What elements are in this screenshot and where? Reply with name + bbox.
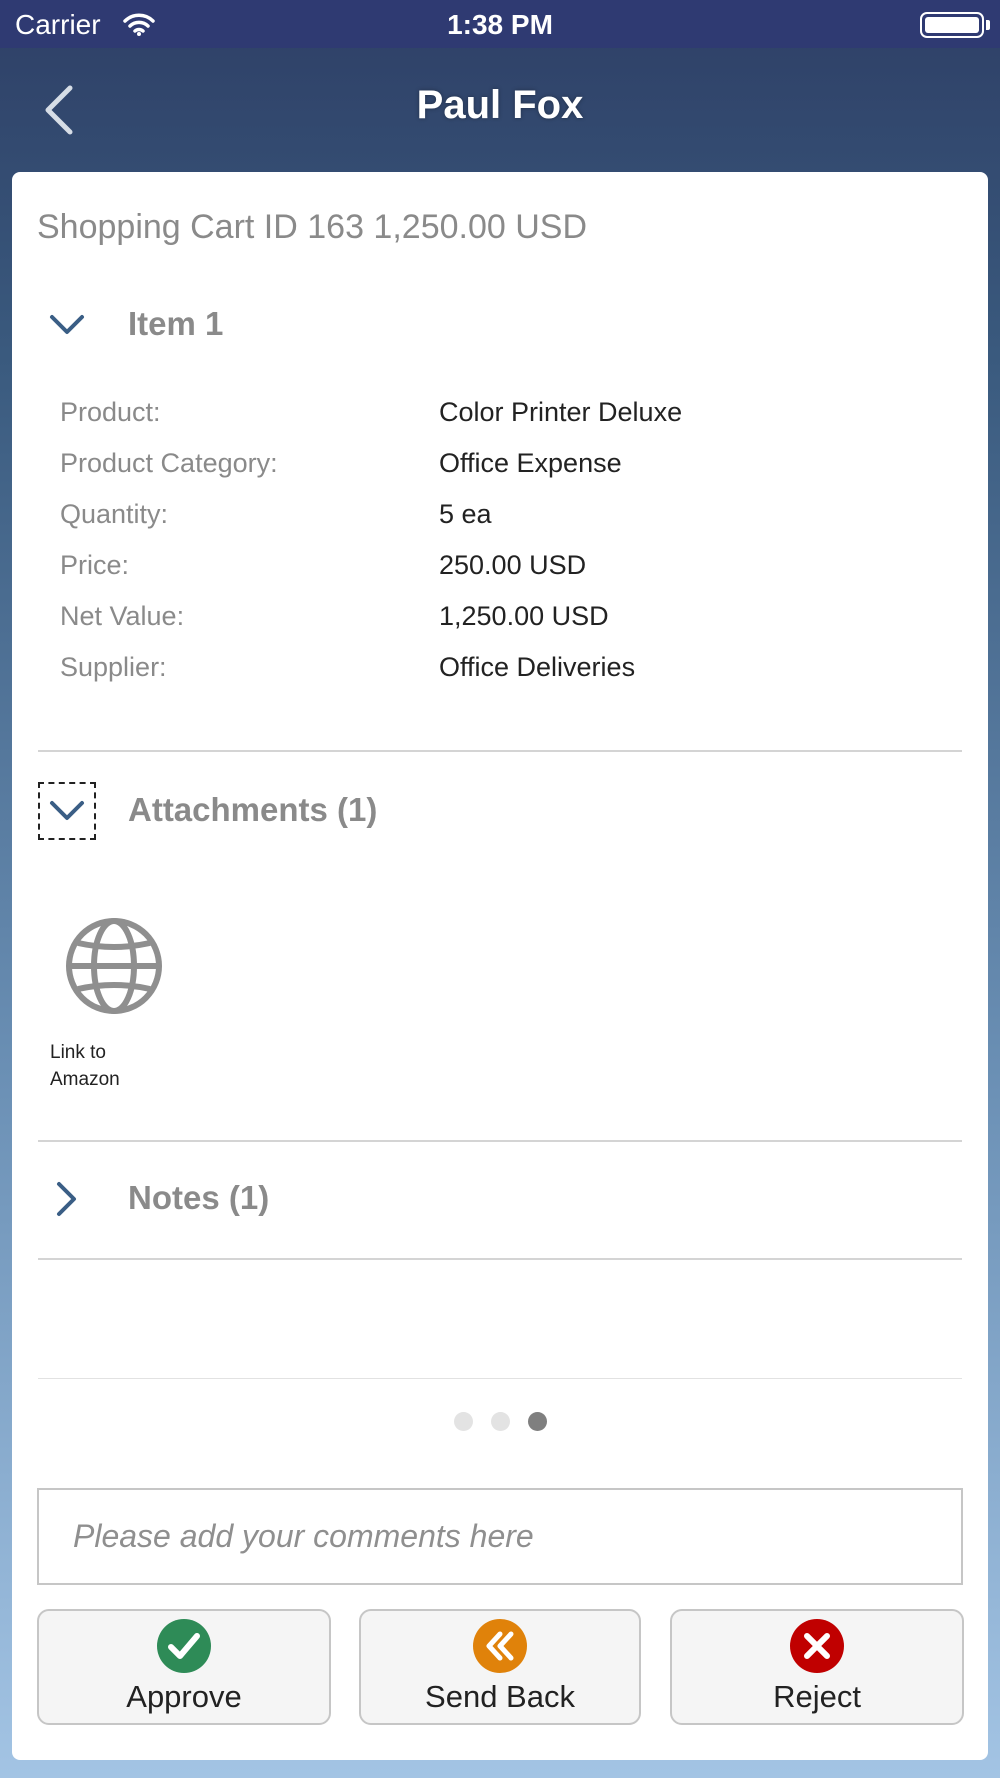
section-divider [38,1378,962,1379]
approve-label: Approve [126,1679,242,1714]
status-bar: Carrier 1:38 PM [0,0,1000,48]
chevron-down-icon [50,315,84,334]
property-key: Price: [60,550,130,580]
page-dot[interactable] [453,1412,473,1431]
property-key: Supplier: [60,652,167,682]
send-back-label: Send Back [425,1679,575,1714]
status-time: 1:38 PM [447,9,553,40]
send-back-button[interactable]: Send Back [359,1609,641,1725]
attachments-section-label: Attachments (1) [128,791,378,828]
reject-button[interactable]: Reject [670,1609,964,1725]
section-divider [38,1258,962,1260]
check-icon [157,1619,211,1673]
notes-section-label: Notes (1) [128,1179,270,1216]
property-row: Quantity: 5 ea [60,499,960,550]
section-divider [38,750,962,752]
property-value: 1,250.00 USD [439,601,609,631]
property-key: Net Value: [60,601,185,631]
property-key: Product: [60,397,161,427]
notes-section-toggle[interactable] [38,1170,96,1228]
chevron-right-icon [57,1182,76,1216]
property-row: Supplier: Office Deliveries [60,652,960,703]
item-section-header[interactable]: Item 1 [38,296,968,356]
property-value: Office Deliveries [439,652,636,682]
page-indicator [12,1412,988,1432]
comment-input[interactable] [37,1488,963,1585]
item-section-label: Item 1 [128,305,224,342]
section-divider [38,1140,962,1142]
property-row: Net Value: 1,250.00 USD [60,601,960,652]
property-key: Quantity: [60,499,169,529]
property-value: Office Expense [439,448,622,478]
item-section-toggle[interactable] [38,296,96,354]
attachment-item[interactable]: Link to Amazon [50,916,170,1093]
page-dot[interactable] [490,1412,510,1431]
property-value: 250.00 USD [439,550,587,580]
property-row: Product Category: Office Expense [60,448,960,499]
shopping-cart-card: Shopping Cart ID 163 1,250.00 USD Item 1… [12,172,988,1760]
attachment-label-line: Link to [50,1042,106,1063]
battery-nub [986,20,990,30]
property-row: Price: 250.00 USD [60,550,960,601]
double-chevron-left-icon [473,1619,527,1673]
approve-button[interactable]: Approve [37,1609,331,1725]
item-properties: Product: Color Printer Deluxe Product Ca… [60,397,960,703]
globe-icon [66,918,162,1014]
x-circle-icon [790,1619,844,1673]
navigation-bar: Paul Fox [0,48,1000,172]
property-value: 5 ea [439,499,492,529]
battery-icon [920,12,984,38]
attachment-label-line: Amazon [50,1069,120,1090]
notes-section-header[interactable]: Notes (1) [38,1170,968,1230]
property-key: Product Category: [60,448,278,478]
property-value: Color Printer Deluxe [439,397,683,427]
attachments-section-header[interactable]: Attachments (1) [38,782,968,842]
chevron-down-icon [50,801,84,820]
property-row: Product: Color Printer Deluxe [60,397,960,448]
attachments-section-toggle[interactable] [38,782,96,840]
attachment-label: Link to Amazon [50,1039,150,1093]
page-dot-active[interactable] [527,1412,547,1431]
cart-title: Shopping Cart ID 163 1,250.00 USD [37,208,588,246]
reject-label: Reject [773,1679,861,1714]
page-title: Paul Fox [416,83,584,127]
